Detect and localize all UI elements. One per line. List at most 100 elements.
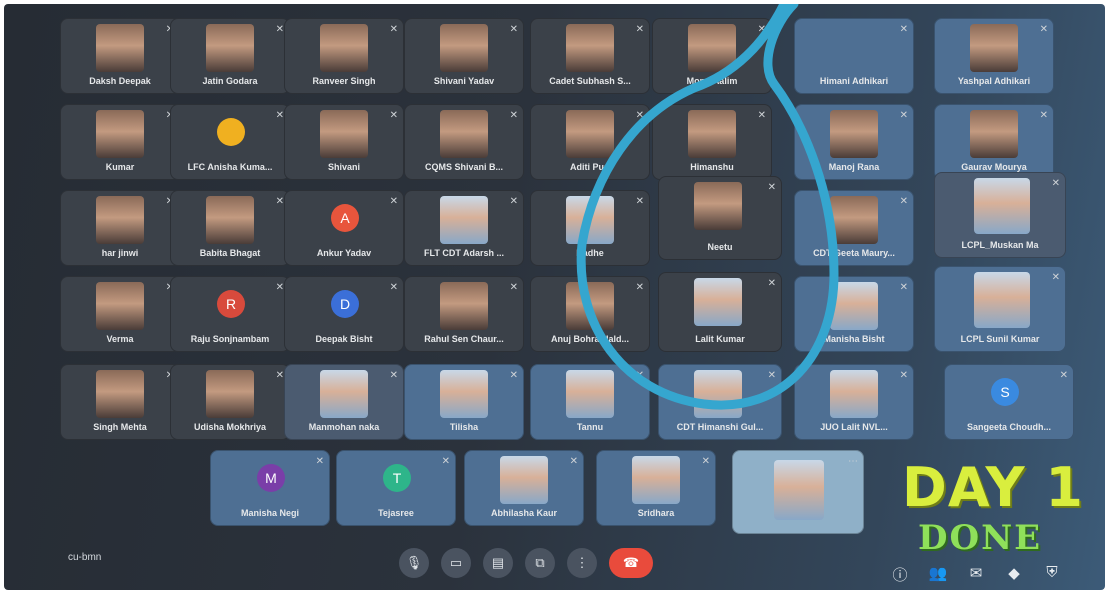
participant-video — [566, 110, 614, 158]
participant-tile[interactable]: ✕ FLT CDT Adarsh ... — [404, 190, 524, 266]
participant-tile[interactable]: ✕ Mond Aalim — [652, 18, 772, 94]
mic-off-icon: ✕ — [275, 196, 284, 207]
participant-tile[interactable]: ✕ Rahul Sen Chaur... — [404, 276, 524, 352]
participant-tile[interactable]: ✕ LCPL Sunil Kumar — [934, 266, 1066, 352]
mic-off-icon: ✕ — [767, 370, 776, 381]
more-icon[interactable]: ⋮ — [567, 548, 597, 578]
mic-off-icon: ✕ — [899, 196, 908, 207]
participant-video — [96, 282, 144, 330]
self-view-tile[interactable]: ⋯ — [732, 450, 864, 534]
participant-tile[interactable]: ✕ Tannu — [530, 364, 650, 440]
participant-tile[interactable]: ✕ Aditi Puri — [530, 104, 650, 180]
captions-icon[interactable]: ▤ — [483, 548, 513, 578]
participant-tile[interactable]: ✕ LCPL_Muskan Ma — [934, 172, 1066, 258]
present-icon[interactable]: ⧉ — [525, 548, 555, 578]
participant-tile[interactable]: ✕ Anuj Bohra Hald... — [530, 276, 650, 352]
participant-video — [206, 24, 254, 72]
participant-name: Mond Aalim — [686, 76, 738, 86]
participant-tile[interactable]: ✕ LFC Anisha Kuma... — [170, 104, 290, 180]
participant-tile[interactable]: ✕ har jinwi — [60, 190, 180, 266]
mic-off-icon: ✕ — [899, 282, 908, 293]
participant-tile[interactable]: ✕ CQMS Shivani B... — [404, 104, 524, 180]
participant-name: Ankur Yadav — [316, 248, 372, 258]
mic-off-icon: ✕ — [275, 370, 284, 381]
camera-icon[interactable]: ▭ — [441, 548, 471, 578]
participant-name: Tilisha — [449, 422, 479, 432]
participant-tile[interactable]: ✕ Shivani Yadav — [404, 18, 524, 94]
end-call-icon[interactable]: ☎ — [609, 548, 653, 578]
participant-name: Singh Mehta — [93, 422, 147, 432]
participant-tile[interactable]: ✕ Daksh Deepak — [60, 18, 180, 94]
participant-video — [566, 282, 614, 330]
mic-off-icon: ✕ — [701, 456, 710, 467]
participant-tile[interactable]: ✕ Singh Mehta — [60, 364, 180, 440]
mic-off-icon: ✕ — [635, 110, 644, 121]
participant-tile[interactable]: ✕ CDT Geeta Maury... — [794, 190, 914, 266]
participant-tile-highlighted[interactable]: ✕ Neetu — [658, 176, 782, 260]
mic-off-icon: ✕ — [767, 182, 776, 193]
participant-tile[interactable]: ✕ Manisha Bisht — [794, 276, 914, 352]
participant-tile[interactable]: ✕ Babita Bhagat — [170, 190, 290, 266]
participant-tile[interactable]: ✕ JUO Lalit NVL... — [794, 364, 914, 440]
participant-avatar: S — [991, 378, 1019, 406]
participant-tile[interactable]: ✕ Radhe — [530, 190, 650, 266]
participant-name: Sangeeta Choudh... — [966, 422, 1051, 432]
mic-off-icon: ✕ — [635, 370, 644, 381]
chat-icon[interactable]: ✉ — [966, 564, 986, 585]
participant-tile[interactable]: ✕ Manoj Rana — [794, 104, 914, 180]
more-options-icon[interactable]: ⋯ — [848, 456, 858, 467]
participant-tile[interactable]: ✕ Manmohan naka — [284, 364, 404, 440]
participant-tile[interactable]: ✕ Jatin Godara — [170, 18, 290, 94]
participant-tile-highlighted[interactable]: ✕ Lalit Kumar — [658, 272, 782, 352]
mic-off-icon: ✕ — [1051, 272, 1060, 283]
participant-tile[interactable]: ✕ Udisha Mokhriya — [170, 364, 290, 440]
participant-name: Kumar — [105, 162, 135, 172]
participant-tile[interactable]: ✕ Abhilasha Kaur — [464, 450, 584, 526]
participant-name: Jatin Godara — [202, 76, 258, 86]
participant-tile[interactable]: ✕ Cadet Subhash S... — [530, 18, 650, 94]
shield-icon[interactable]: ⛨ — [1042, 564, 1062, 585]
mic-off-icon: ✕ — [757, 110, 766, 121]
participant-tile[interactable]: ✕ Verma — [60, 276, 180, 352]
participant-tile[interactable]: ✕ Gaurav Mourya — [934, 104, 1054, 180]
participant-video — [688, 24, 736, 72]
participant-name: Manmohan naka — [308, 422, 380, 432]
info-icon[interactable]: ⓘ — [890, 564, 910, 585]
participant-name: Anuj Bohra Hald... — [550, 334, 629, 344]
participant-name: Shivani Yadav — [433, 76, 495, 86]
mic-off-icon: ✕ — [389, 110, 398, 121]
participant-tile[interactable]: S ✕ Sangeeta Choudh... — [944, 364, 1074, 440]
participant-tile[interactable]: ✕ Ranveer Singh — [284, 18, 404, 94]
participant-tile[interactable]: ✕ Tilisha — [404, 364, 524, 440]
participant-video — [830, 110, 878, 158]
participant-video — [830, 282, 878, 330]
participant-avatar: A — [331, 204, 359, 232]
mic-icon[interactable]: 🎙 — [399, 548, 429, 578]
participant-tile[interactable]: ✕ Himani Adhikari — [794, 18, 914, 94]
participant-tile[interactable]: ✕ Sridhara — [596, 450, 716, 526]
activities-icon[interactable]: ◆ — [1004, 564, 1024, 585]
participant-tile[interactable]: ✕ Shivani — [284, 104, 404, 180]
people-icon[interactable]: 👥 — [928, 564, 948, 585]
participant-video — [566, 196, 614, 244]
participant-tile[interactable]: ✕ CDT Himanshi Gul... — [658, 364, 782, 440]
participant-tile[interactable]: ✕ Himanshu — [652, 104, 772, 180]
participant-tile[interactable]: T ✕ Tejasree — [336, 450, 456, 526]
participant-name: Verma — [106, 334, 134, 344]
mic-off-icon: ✕ — [389, 282, 398, 293]
participant-tile[interactable]: A ✕ Ankur Yadav — [284, 190, 404, 266]
participant-video — [440, 110, 488, 158]
participant-tile[interactable]: ✕ Kumar — [60, 104, 180, 180]
participant-tile[interactable]: M ✕ Manisha Negi — [210, 450, 330, 526]
participant-name: LFC Anisha Kuma... — [187, 162, 273, 172]
participant-tile[interactable]: R ✕ Raju Sonjnambam — [170, 276, 290, 352]
participant-name: Shivani — [327, 162, 360, 172]
mic-off-icon: ✕ — [275, 24, 284, 35]
participant-tile[interactable]: ✕ Yashpal Adhikari — [934, 18, 1054, 94]
mic-off-icon: ✕ — [767, 278, 776, 289]
participant-tile[interactable]: D ✕ Deepak Bisht — [284, 276, 404, 352]
participant-name: CDT Himanshi Gul... — [676, 422, 764, 432]
participant-video — [974, 178, 1030, 234]
participant-name: Raju Sonjnambam — [190, 334, 270, 344]
participant-name: Yashpal Adhikari — [957, 76, 1031, 86]
